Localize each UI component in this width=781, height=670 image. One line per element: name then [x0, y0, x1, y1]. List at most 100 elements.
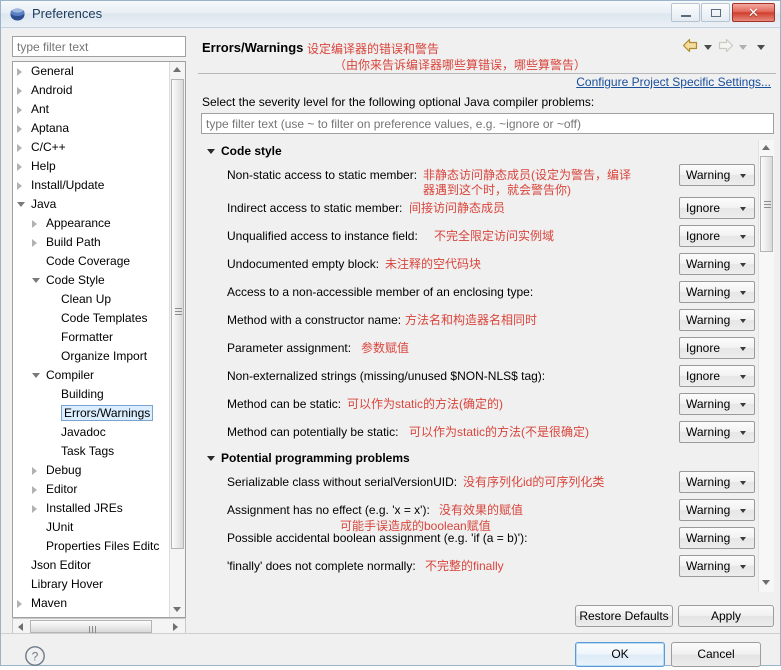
chevron-down-icon[interactable] [740, 375, 746, 379]
maximize-button[interactable] [701, 3, 730, 22]
configure-project-specific-settings-link[interactable]: Configure Project Specific Settings... [576, 75, 771, 89]
chevron-down-icon[interactable] [740, 319, 746, 323]
chevron-down-icon[interactable] [740, 347, 746, 351]
tree-hscroll-thumb[interactable] [30, 620, 152, 633]
chevron-down-icon[interactable] [207, 149, 215, 154]
minimize-button[interactable] [671, 3, 700, 22]
chevron-right-icon[interactable] [17, 600, 22, 608]
scroll-left-icon[interactable] [18, 623, 23, 631]
preferences-filter-input[interactable] [201, 113, 774, 134]
chevron-down-icon[interactable] [32, 373, 40, 378]
chevron-right-icon[interactable] [17, 182, 22, 190]
chevron-right-icon[interactable] [32, 505, 37, 513]
sidebar-item-appearance[interactable]: Appearance [13, 214, 185, 233]
options-vertical-scrollbar[interactable] [758, 140, 774, 592]
sidebar-item-help[interactable]: Help [13, 157, 185, 176]
tree-scroll-thumb[interactable] [171, 79, 184, 549]
sidebar-item-android[interactable]: Android [13, 81, 185, 100]
sidebar-item-json-editor[interactable]: Json Editor [13, 556, 185, 575]
sidebar-item-compiler[interactable]: Compiler [13, 366, 185, 385]
sidebar-item-aptana[interactable]: Aptana [13, 119, 185, 138]
chevron-right-icon[interactable] [32, 239, 37, 247]
sidebar-item-errors-warnings[interactable]: Errors/Warnings [13, 404, 185, 423]
section-header-potential-programming-problems[interactable]: Potential programming problems [201, 447, 757, 469]
sidebar-item-task-tags[interactable]: Task Tags [13, 442, 185, 461]
severity-dropdown[interactable]: Warning [679, 527, 755, 549]
sidebar-item-javadoc[interactable]: Javadoc [13, 423, 185, 442]
sidebar-item-general[interactable]: General [13, 62, 185, 81]
cancel-button[interactable]: Cancel [671, 642, 761, 667]
severity-dropdown[interactable]: Ignore [679, 197, 755, 219]
chevron-right-icon[interactable] [32, 467, 37, 475]
restore-defaults-button[interactable]: Restore Defaults [575, 605, 673, 627]
back-dropdown-icon[interactable] [704, 44, 712, 50]
apply-button[interactable]: Apply [678, 605, 774, 627]
preferences-tree[interactable]: General Android Ant Aptana C/C++ Help Install/… [12, 61, 186, 618]
severity-dropdown[interactable]: Warning [679, 471, 755, 493]
scroll-down-icon[interactable] [762, 580, 770, 585]
chevron-right-icon[interactable] [32, 220, 37, 228]
section-header-code-style[interactable]: Code style [201, 140, 757, 162]
severity-dropdown[interactable]: Ignore [679, 365, 755, 387]
sidebar-item-library-hover[interactable]: Library Hover [13, 575, 185, 594]
severity-dropdown[interactable]: Warning [679, 393, 755, 415]
scroll-right-icon[interactable] [173, 623, 178, 631]
sidebar-item-properties-files-editc[interactable]: Properties Files Editc [13, 537, 185, 556]
chevron-down-icon[interactable] [740, 403, 746, 407]
sidebar-item-debug[interactable]: Debug [13, 461, 185, 480]
sidebar-item-install-update[interactable]: Install/Update [13, 176, 185, 195]
scroll-up-icon[interactable] [762, 145, 770, 150]
sidebar-item-code-coverage[interactable]: Code Coverage [13, 252, 185, 271]
chevron-down-icon[interactable] [740, 537, 746, 541]
sidebar-item-build-path[interactable]: Build Path [13, 233, 185, 252]
back-arrow-icon[interactable] [682, 38, 699, 56]
severity-dropdown[interactable]: Warning [679, 164, 755, 186]
chevron-down-icon[interactable] [740, 509, 746, 513]
chevron-down-icon[interactable] [740, 431, 746, 435]
chevron-right-icon[interactable] [17, 68, 22, 76]
sidebar-item-code-templates[interactable]: Code Templates [13, 309, 185, 328]
chevron-down-icon[interactable] [740, 207, 746, 211]
scroll-up-icon[interactable] [173, 67, 181, 72]
chevron-down-icon[interactable] [17, 202, 25, 207]
chevron-right-icon[interactable] [17, 106, 22, 114]
severity-dropdown[interactable]: Warning [679, 555, 755, 577]
sidebar-item-junit[interactable]: JUnit [13, 518, 185, 537]
sidebar-item-installed-jres[interactable]: Installed JREs [13, 499, 185, 518]
help-question-icon[interactable]: ? [24, 645, 46, 667]
sidebar-item-building[interactable]: Building [13, 385, 185, 404]
chevron-down-icon[interactable] [740, 481, 746, 485]
severity-dropdown[interactable]: Ignore [679, 337, 755, 359]
chevron-down-icon[interactable] [740, 291, 746, 295]
chevron-right-icon[interactable] [17, 144, 22, 152]
severity-dropdown[interactable]: Warning [679, 281, 755, 303]
sidebar-item-clean-up[interactable]: Clean Up [13, 290, 185, 309]
severity-dropdown[interactable]: Warning [679, 253, 755, 275]
tree-filter-input[interactable] [12, 36, 186, 57]
chevron-down-icon[interactable] [32, 278, 40, 283]
ok-button[interactable]: OK [575, 642, 665, 667]
sidebar-item-organize-import[interactable]: Organize Import [13, 347, 185, 366]
close-button[interactable]: ✕ [732, 3, 775, 22]
sidebar-item-c-c[interactable]: C/C++ [13, 138, 185, 157]
sidebar-item-formatter[interactable]: Formatter [13, 328, 185, 347]
chevron-down-icon[interactable] [740, 263, 746, 267]
scroll-down-icon[interactable] [173, 607, 181, 612]
severity-dropdown[interactable]: Ignore [679, 225, 755, 247]
tree-vertical-scrollbar[interactable] [169, 62, 185, 617]
severity-dropdown[interactable]: Warning [679, 309, 755, 331]
sidebar-item-editor[interactable]: Editor [13, 480, 185, 499]
chevron-down-icon[interactable] [740, 565, 746, 569]
chevron-right-icon[interactable] [17, 163, 22, 171]
severity-dropdown[interactable]: Warning [679, 421, 755, 443]
chevron-right-icon[interactable] [32, 486, 37, 494]
view-menu-icon[interactable] [757, 44, 765, 50]
chevron-right-icon[interactable] [17, 87, 22, 95]
severity-dropdown[interactable]: Warning [679, 499, 755, 521]
chevron-down-icon[interactable] [740, 235, 746, 239]
sidebar-item-maven[interactable]: Maven [13, 594, 185, 613]
sidebar-item-code-style[interactable]: Code Style [13, 271, 185, 290]
sidebar-item-java[interactable]: Java [13, 195, 185, 214]
chevron-down-icon[interactable] [740, 174, 746, 178]
sidebar-item-ant[interactable]: Ant [13, 100, 185, 119]
